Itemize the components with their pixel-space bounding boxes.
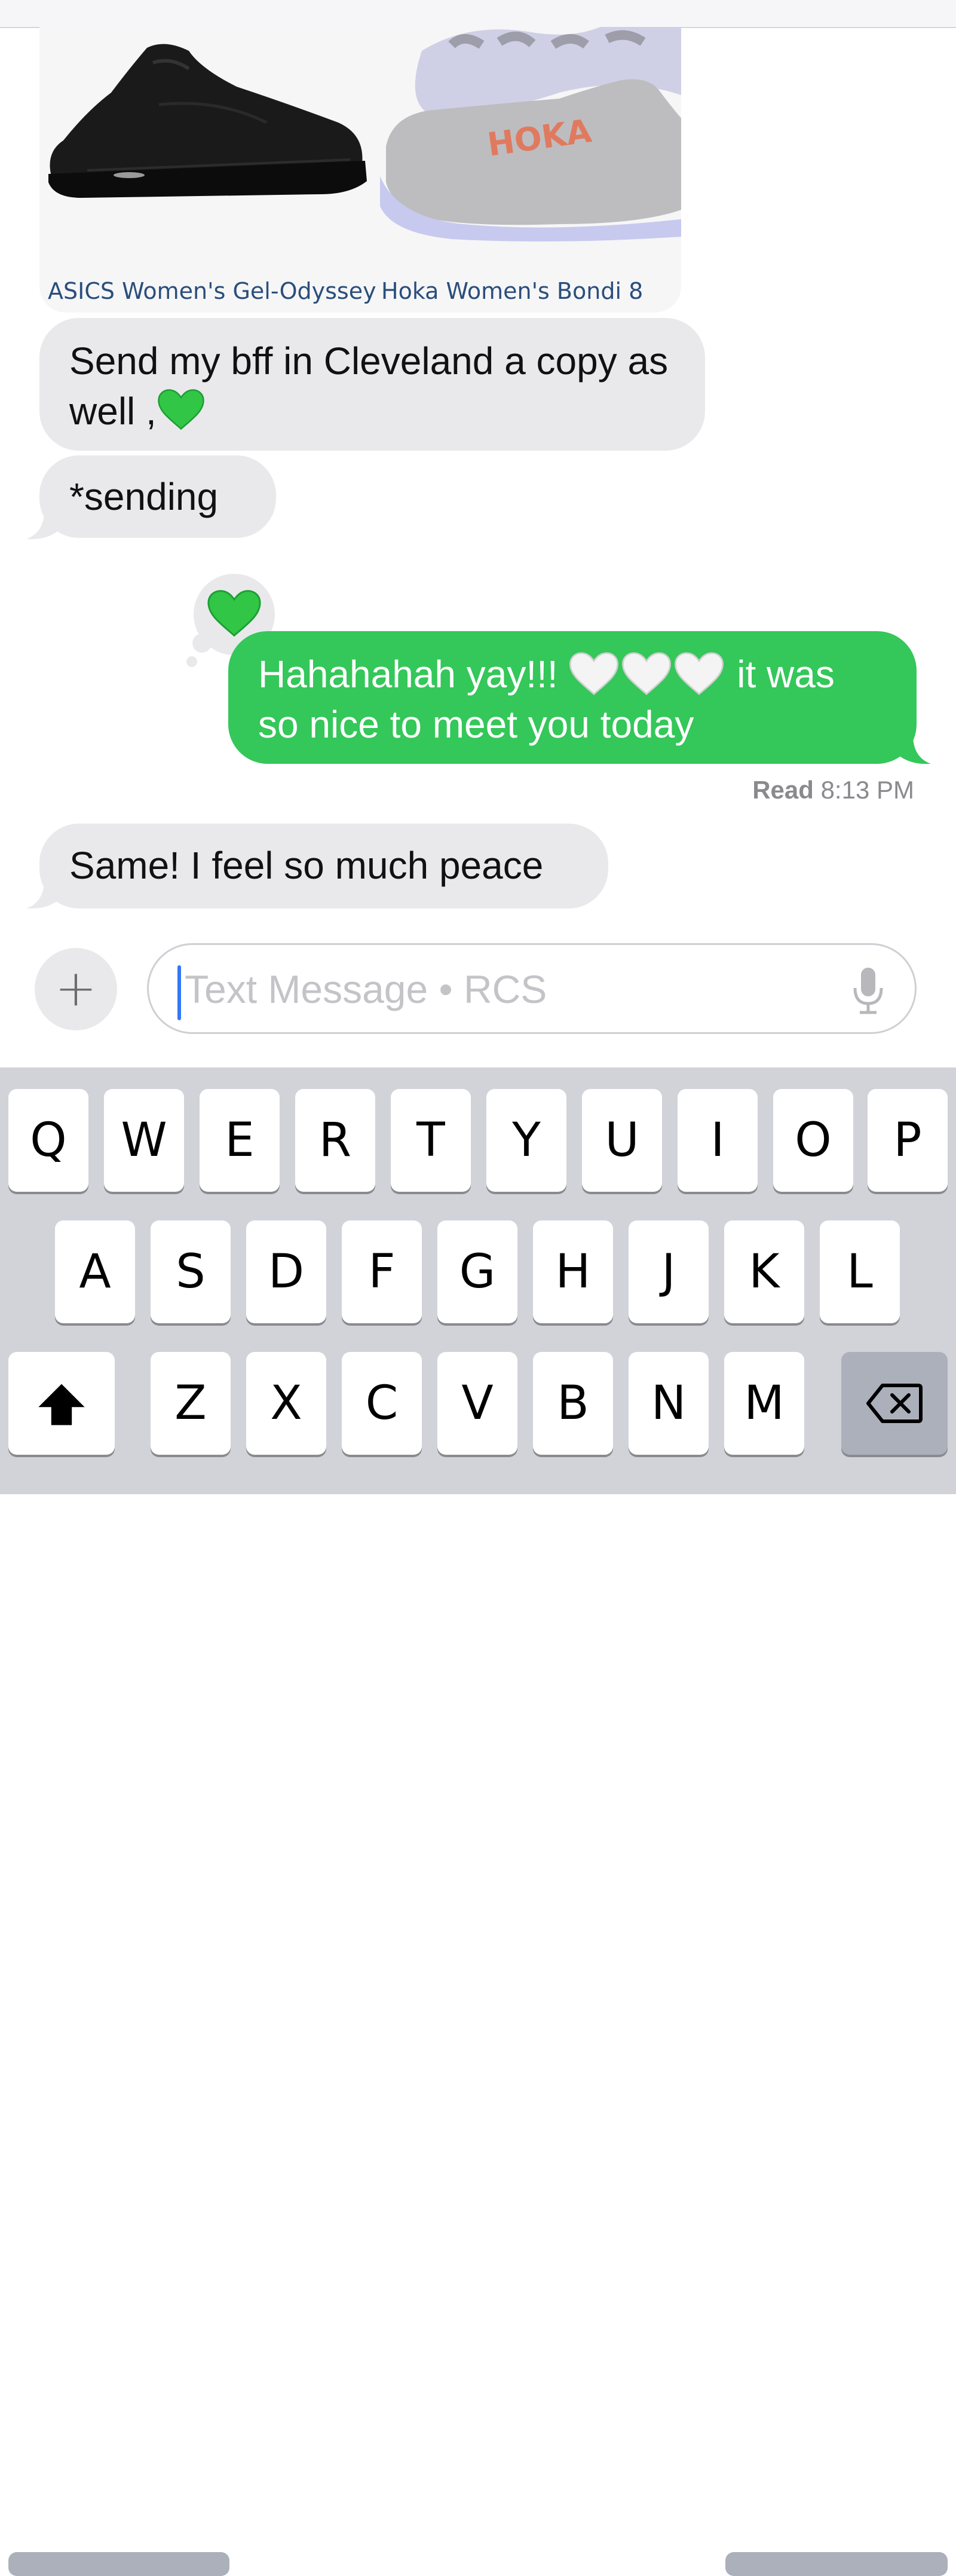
key-a[interactable]: A [55,1220,135,1323]
key-g[interactable]: G [437,1220,517,1323]
white-heart-icon [569,652,619,696]
key-x[interactable]: X [246,1352,326,1455]
read-time: 8:13 PM [820,776,914,804]
key-f[interactable]: F [342,1220,422,1323]
key-r[interactable]: R [295,1089,375,1192]
message-text: Same! I feel so much peace [69,844,544,887]
link-caption-asics: ASICS Women's Gel-Odyssey [48,278,376,304]
key-l[interactable]: L [820,1220,900,1323]
key-z[interactable]: Z [151,1352,231,1455]
keyboard: Q W E R T Y U I O P A S D F G H J K L Z … [0,1067,956,2576]
bubble-tail [26,882,62,909]
key-b[interactable]: B [533,1352,613,1455]
text-cursor [177,965,181,1020]
read-status: Read [752,776,814,804]
key-n[interactable]: N [629,1352,709,1455]
shift-key[interactable] [8,1352,115,1455]
key-p[interactable]: P [868,1089,948,1192]
incoming-message-bubble[interactable]: Send my bff in Cleveland a copy as well … [39,318,705,451]
key-w[interactable]: W [104,1089,184,1192]
key-t[interactable]: T [391,1089,471,1192]
bubble-tail [895,738,931,764]
key-i[interactable]: I [678,1089,758,1192]
return-key[interactable] [725,2552,948,2576]
key-v[interactable]: V [437,1352,517,1455]
incoming-message-bubble[interactable]: Same! I feel so much peace [39,824,608,908]
key-h[interactable]: H [533,1220,613,1323]
shift-arrow-icon [38,1384,85,1425]
incoming-message-bubble[interactable]: *sending [39,455,276,538]
key-e[interactable]: E [200,1089,280,1192]
key-s[interactable]: S [151,1220,231,1323]
delete-key[interactable] [841,1352,948,1455]
key-c[interactable]: C [342,1352,422,1455]
key-m[interactable]: M [724,1352,804,1455]
top-navigation-bar [0,0,956,28]
tapback-dot [192,634,212,653]
gray-hoka-sneaker-image: HOKA [380,27,681,242]
green-heart-icon [207,590,261,637]
key-u[interactable]: U [582,1089,662,1192]
number-key[interactable] [8,2552,229,2576]
key-j[interactable]: J [629,1220,709,1323]
read-receipt: Read 8:13 PM [752,776,914,804]
message-input[interactable]: Text Message • RCS [147,943,917,1034]
outgoing-message-bubble[interactable]: Hahahahah yay!!! it was so nice to meet … [228,631,917,764]
bubble-tail [26,513,62,540]
key-d[interactable]: D [246,1220,326,1323]
message-text: Hahahahah yay!!! [258,653,558,696]
add-attachment-button[interactable]: + [35,948,117,1030]
white-hearts-emoji [568,652,737,696]
key-k[interactable]: K [724,1220,804,1323]
green-heart-icon [158,389,204,430]
white-heart-icon [675,652,724,696]
key-y[interactable]: Y [486,1089,566,1192]
tapback-dot [186,656,197,667]
white-heart-icon [622,652,672,696]
backspace-icon [866,1384,923,1423]
message-placeholder: Text Message • RCS [185,967,547,1011]
link-preview-card[interactable]: HOKA ASICS Women's Gel-Odyssey Hoka Wome… [39,27,681,313]
key-q[interactable]: Q [8,1089,88,1192]
space-key[interactable] [246,2552,709,2576]
mic-icon[interactable] [853,966,884,1014]
key-o[interactable]: O [773,1089,853,1192]
link-caption-hoka: Hoka Women's Bondi 8 [381,278,644,304]
black-sneaker-image [39,33,374,212]
message-text: *sending [69,475,219,518]
